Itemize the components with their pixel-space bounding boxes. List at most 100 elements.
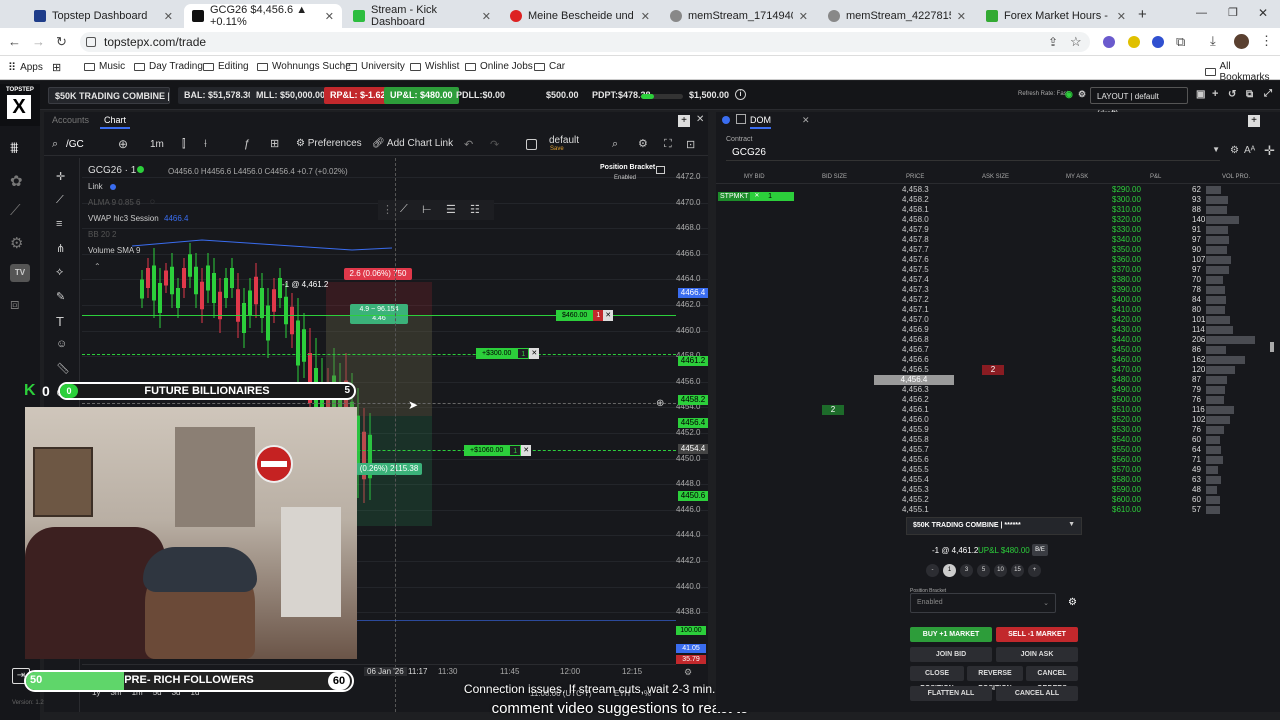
add-layout-icon[interactable]: + <box>1212 88 1218 100</box>
tab-dom[interactable]: DOM <box>750 115 771 129</box>
pattern-icon[interactable]: ⟡ <box>56 266 63 279</box>
browser-tab[interactable]: memStream_42278151000007 ✕ <box>820 4 974 28</box>
bookmark-folder[interactable]: Car <box>534 61 565 72</box>
tradingview-icon[interactable]: TV <box>10 264 30 282</box>
save-layout-icon[interactable]: ▣ <box>1196 89 1205 100</box>
collapse-icon[interactable]: ⌃ <box>94 262 101 271</box>
buy-market-button[interactable]: BUY +1 MARKET <box>910 627 992 642</box>
bar-style-icon[interactable]: ⟊ <box>204 138 207 151</box>
close-icon[interactable]: ✕ <box>1117 10 1126 23</box>
close-icon[interactable]: ✕ <box>641 10 650 23</box>
close-position-button[interactable]: CLOSE POSITION <box>910 666 964 692</box>
close-icon[interactable]: ✕ <box>482 10 491 23</box>
fullscreen-icon[interactable]: ⛶ <box>664 138 672 151</box>
center-icon[interactable]: ✛ <box>1264 143 1275 159</box>
new-tab-icon[interactable]: + <box>1138 6 1147 23</box>
info-icon[interactable]: i <box>735 89 746 100</box>
bb-indicator[interactable]: BB 20 2 <box>88 230 116 239</box>
dom-row[interactable]: 4,457.5 $370.00 97 <box>716 265 1276 275</box>
template-save[interactable]: Save <box>550 146 564 152</box>
fullscreen-icon[interactable]: ⤢ <box>1264 88 1272 99</box>
bookmark-folder[interactable]: Wishlist <box>410 61 459 72</box>
dom-row[interactable]: 4,456.0 $520.00 102 <box>716 415 1276 425</box>
restore-icon[interactable]: ❐ <box>1228 6 1238 19</box>
quantity-option[interactable]: + <box>1028 564 1041 577</box>
browser-tab[interactable]: Topstep Dashboard ✕ <box>26 4 181 28</box>
settings-icon[interactable]: ⚙ <box>10 234 23 252</box>
ray-tool-icon[interactable]: ⊢ <box>422 203 432 216</box>
position-order-tag[interactable]: $460.00 1 ✕ <box>556 310 614 321</box>
scrollbar-thumb[interactable] <box>1270 342 1274 352</box>
dom-row[interactable]: 4,458.3 $290.00 62 <box>716 185 1276 195</box>
all-bookmarks[interactable]: All Bookmarks <box>1205 61 1280 83</box>
search-icon[interactable]: ⌕ <box>52 138 58 151</box>
layout-grid-icon[interactable]: ⊞ <box>270 137 279 150</box>
reload-icon[interactable]: ↻ <box>56 34 67 50</box>
dom-row[interactable]: 4,456.4 $480.00 87 <box>716 375 1276 385</box>
ruler-icon[interactable]: 📏︎ <box>56 362 70 375</box>
dom-row[interactable]: 4,457.1 $410.00 80 <box>716 305 1276 315</box>
dom-row[interactable]: 4,458.1 $310.00 88 <box>716 205 1276 215</box>
dom-row[interactable]: 4,455.6 $560.00 71 <box>716 455 1276 465</box>
dom-row[interactable]: 4,456.3 $490.00 79 <box>716 385 1276 395</box>
community-icon[interactable]: ✿ <box>10 172 23 190</box>
fib-icon[interactable]: ≡ <box>56 218 62 230</box>
tab-chart[interactable]: Chart <box>100 113 131 129</box>
settings-icon[interactable]: ⚙ <box>638 137 648 150</box>
close-icon[interactable]: ✕ <box>603 310 614 321</box>
tab-accounts[interactable]: Accounts <box>52 115 89 125</box>
reverse-position-button[interactable]: REVERSE POSITION <box>967 666 1023 692</box>
indicators-icon[interactable]: ƒ <box>244 138 250 150</box>
dom-row[interactable]: 4,457.8 $340.00 97 <box>716 235 1276 245</box>
quantity-option[interactable]: 5 <box>977 564 990 577</box>
take-profit-tag[interactable]: +$300.00 1 ✕ <box>476 348 540 359</box>
quantity-option[interactable]: - <box>926 564 939 577</box>
add-panel-icon[interactable]: + <box>1248 115 1260 127</box>
dom-row[interactable]: 4,455.9 $530.00 76 <box>716 425 1276 435</box>
dom-row[interactable]: 4,458.0 $320.00 140 <box>716 215 1276 225</box>
account-selector[interactable]: $50K TRADING COMBINE | *... <box>48 87 170 104</box>
popout-icon[interactable]: ⧉ <box>1246 89 1253 100</box>
dom-row[interactable]: 4,455.4 $580.00 63 <box>716 475 1276 485</box>
quantity-option[interactable]: 3 <box>960 564 973 577</box>
reset-layout-icon[interactable]: ↺ <box>1228 89 1236 100</box>
bookmark-apps[interactable]: ⠿ Apps <box>8 61 43 74</box>
dom-row[interactable]: 4,456.7 $450.00 86 <box>716 345 1276 355</box>
axis-settings-icon[interactable]: ⚙ <box>684 667 692 678</box>
vwap-indicator[interactable]: VWAP hlc3 Session <box>88 214 159 223</box>
contract-select[interactable]: GCG26 ▼ <box>726 143 1220 161</box>
settings-icon[interactable]: ⚙ <box>1078 89 1086 100</box>
stop-market-order[interactable]: STPMKT ✕ 1 <box>718 192 794 201</box>
bookmark-folder[interactable]: University <box>346 61 405 72</box>
dom-row[interactable]: 4,455.8 $540.00 60 <box>716 435 1276 445</box>
join-ask-button[interactable]: JOIN ASK <box>996 647 1078 662</box>
bookmark-folder[interactable]: Wohnungs Suche <box>257 61 351 72</box>
candles-icon[interactable]: ⫿ <box>182 138 186 151</box>
crosshair-icon[interactable]: ✛ <box>56 170 65 183</box>
browser-tab[interactable]: memStream_17149400000006 ✕ <box>662 4 816 28</box>
dom-row[interactable]: 4,457.0 $420.00 101 <box>716 315 1276 325</box>
close-icon[interactable]: ✕ <box>529 348 540 359</box>
symbol-input[interactable]: /GC <box>66 139 84 150</box>
dom-row[interactable]: 4,457.2 $400.00 84 <box>716 295 1276 305</box>
back-icon[interactable]: ← <box>8 34 21 49</box>
layout-select[interactable]: LAYOUT | default (draft) <box>1090 87 1188 118</box>
settings-icon[interactable]: ⚙ <box>1230 145 1239 156</box>
bookmark-star-icon[interactable]: ☆ <box>1070 34 1082 50</box>
bracket-toggle-icon[interactable] <box>656 166 665 174</box>
menu-kebab-icon[interactable]: ⋮ <box>1260 33 1273 49</box>
url-input[interactable]: topstepx.com/trade <box>80 32 1090 52</box>
close-icon[interactable]: ✕ <box>957 10 966 23</box>
dom-row[interactable]: 4,456.1 $510.00 116 2 <box>716 405 1276 415</box>
extension-icon[interactable] <box>1128 36 1140 48</box>
emoji-icon[interactable]: ☺ <box>56 338 67 350</box>
stats-icon[interactable]: ⟋ <box>10 202 21 219</box>
redo-icon[interactable]: ↷ <box>490 138 499 151</box>
flatten-all-button[interactable]: FLATTEN ALL <box>910 686 992 701</box>
trade-icon[interactable]: ⩩ <box>10 140 19 158</box>
template-select[interactable]: default <box>549 135 579 146</box>
add-order-icon[interactable]: ⊕ <box>656 398 664 409</box>
close-icon[interactable]: ✕ <box>325 10 334 23</box>
measure-box[interactable]: 4.9 ~ 96.154 4.46 <box>350 304 408 324</box>
add-chart-link-button[interactable]: 🔗︎ Add Chart Link <box>372 138 453 149</box>
